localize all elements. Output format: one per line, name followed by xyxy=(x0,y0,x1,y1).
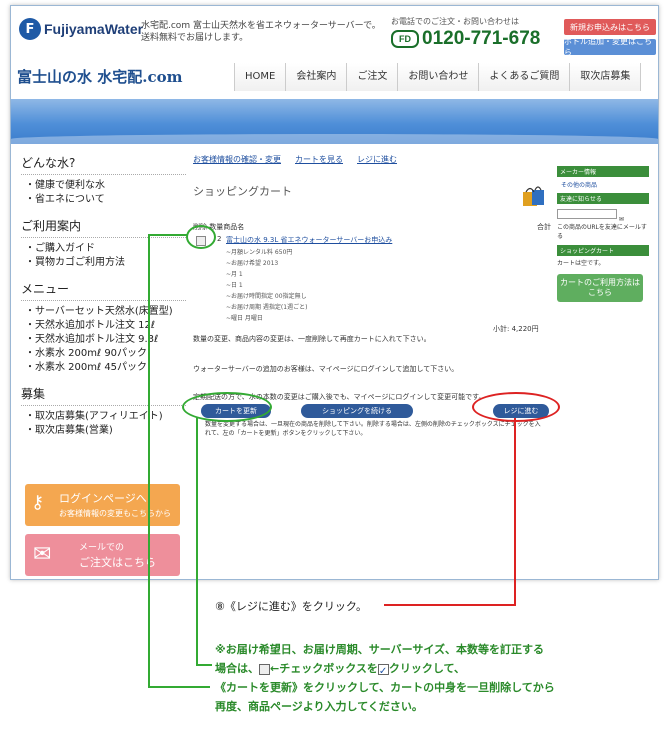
logo-text: FujiyamaWater xyxy=(44,21,144,37)
item-quantity: 2 xyxy=(217,235,222,243)
sidebar-heading: メニュー xyxy=(21,280,186,301)
left-sidebar: どんな水? 健康で便利な水 省エネについて ご利用案内 ご購入ガイド 買物カゴご… xyxy=(21,154,186,448)
key-icon: ⚷ xyxy=(31,492,45,513)
cart-main: お客様情報の確認・変更 カートを見る レジに進む ショッピングカート 削除 数量… xyxy=(193,154,551,437)
step-instruction: ⑧《レジに進む》をクリック。 xyxy=(215,600,367,613)
brand-title[interactable]: 富士山の水 水宅配.com xyxy=(17,66,182,87)
browser-frame: F FujiyamaWater 水宅配.com 富士山天然水を省エネウォーターサ… xyxy=(10,5,659,580)
sidebar-item[interactable]: 水素水 200mℓ 45パック xyxy=(25,361,186,375)
login-subtitle: お客様情報の変更もこちらから xyxy=(59,509,171,518)
detail-line: ~お届け時間指定 00指定無し xyxy=(226,293,307,300)
connector-line xyxy=(196,418,198,664)
connector-line xyxy=(196,664,212,666)
warning-line-3: 《カートを更新》をクリックして、カートの中身を一旦削除してから xyxy=(215,681,555,694)
detail-line: ~曜日 月曜日 xyxy=(226,315,263,322)
connector-line xyxy=(148,234,150,686)
envelope-icon: ✉ xyxy=(33,542,52,567)
cart-title: ショッピングカート xyxy=(193,185,292,198)
cart-table-header: 削除 数量商品名 合計 xyxy=(193,222,551,232)
sidebar-item[interactable]: 天然水追加ボトル注文 12ℓ xyxy=(25,319,186,333)
view-cart-link[interactable]: カートを見る xyxy=(295,154,343,165)
nav-agency[interactable]: 取次店募集 xyxy=(569,63,642,91)
checked-box-icon xyxy=(377,662,389,681)
fuji-logo-icon: F xyxy=(19,18,41,40)
connector-line xyxy=(148,686,210,688)
sidebar-item[interactable]: 取次店募集(アフィリエイト) xyxy=(25,410,186,424)
tel-note: お電話でのご注文・お問い合わせは xyxy=(391,17,519,26)
mail-title: メールでの xyxy=(79,543,125,553)
phone-number-text: 0120-771-678 xyxy=(422,28,541,49)
login-page-button[interactable]: ⚷ ログインページへ お客様情報の変更もこちらから xyxy=(25,484,180,526)
nav-company[interactable]: 会社案内 xyxy=(285,63,347,91)
maker-info-heading: メーカー情報 xyxy=(557,166,649,177)
note-change: 数量の変更、商品内容の変更は、一度削除して再度カートに入れて下さい。 xyxy=(193,335,431,343)
unchecked-box-icon xyxy=(259,663,270,675)
sidebar-item[interactable]: 省エネについて xyxy=(25,193,186,207)
note-delete: 数量を変更する場合は、一旦現在の商品を削除して下さい。削除する場合は、左側の削除… xyxy=(205,421,541,437)
warning-line-2: 場合は、←チェックボックスをクリックして、 xyxy=(215,659,655,681)
connector-line xyxy=(148,234,188,236)
item-details: ~月額レンタル料 650円 ~お届け希望 2013 ~月 1 ~日 1 ~お届け… xyxy=(226,247,307,324)
tagline: 水宅配.com 富士山天然水を省エネウォーターサーバーで。送料無料でお届けします… xyxy=(141,21,381,43)
sidebar-item[interactable]: 健康で便利な水 xyxy=(25,179,186,193)
sidebar-heading: どんな水? xyxy=(21,154,186,175)
detail-line: ~お届け周期 週指定(1週ごと) xyxy=(226,304,308,311)
cart-howto-button[interactable]: カートのご利用方法はこちら xyxy=(557,274,643,302)
other-products-link[interactable]: その他の商品 xyxy=(557,180,649,189)
sidebar-item[interactable]: サーバーセット天然水(床置型) xyxy=(25,305,186,319)
sidebar-item[interactable]: 天然水追加ボトル注文 9.3ℓ xyxy=(25,333,186,347)
subtotal: 小計: 4,220円 xyxy=(493,325,539,333)
mail-subtitle: ご注文はこちら xyxy=(79,556,156,569)
warning-line-4: 再度、商品ページより入力してください。 xyxy=(215,700,423,713)
note-server: ウォーターサーバーの追加のお客様は、マイページにログインして追加して下さい。 xyxy=(193,365,459,373)
product-name-link[interactable]: 富士山の水 9.3L 省エネウォーターサーバーお申込み xyxy=(226,235,392,245)
header-banner xyxy=(11,99,658,144)
connector-line xyxy=(384,604,516,606)
new-application-button[interactable]: 新規お申込みはこちら xyxy=(564,19,656,35)
mail-order-button[interactable]: ✉ メールでの ご注文はこちら xyxy=(25,534,180,576)
nav-faq[interactable]: よくあるご質問 xyxy=(478,63,570,91)
shopping-cart-heading: ショッピングカート xyxy=(557,245,649,256)
nav-order[interactable]: ご注文 xyxy=(346,63,398,91)
detail-line: ~日 1 xyxy=(226,282,243,289)
site-logo[interactable]: F FujiyamaWater xyxy=(19,18,143,40)
shopping-bag-icon xyxy=(523,186,544,206)
bottle-change-button[interactable]: ボトル追加・変更はこちら xyxy=(564,37,656,57)
mail-icon[interactable]: ✉ xyxy=(619,216,624,223)
freedial-icon: FD xyxy=(391,30,419,48)
warning-line-1: ※お届け希望日、お届け周期、サーバーサイズ、本数等を訂正する xyxy=(215,643,545,656)
th-total: 合計 xyxy=(537,223,551,231)
checkout-link[interactable]: レジに進む xyxy=(357,154,397,165)
right-sidebar: メーカー情報 その他の商品 友達に知らせる ✉ この商品のURLを友達にメールす… xyxy=(557,166,649,302)
sidebar-item[interactable]: 取次店募集(営業) xyxy=(25,424,186,438)
continue-shopping-button[interactable]: ショッピングを続ける xyxy=(301,404,413,418)
login-title: ログインページへ xyxy=(59,492,147,505)
highlight-checkbox-ring xyxy=(186,225,216,249)
cart-top-links: お客様情報の確認・変更 カートを見る レジに進む xyxy=(193,154,551,165)
sidebar-item[interactable]: ご購入ガイド xyxy=(25,242,186,256)
detail-line: ~お届け希望 2013 xyxy=(226,260,279,267)
cart-empty-text: カートは空です。 xyxy=(557,260,605,267)
nav-home[interactable]: HOME xyxy=(234,63,286,91)
phone-number: FD 0120-771-678 xyxy=(391,28,540,50)
main-nav: HOME 会社案内 ご注文 お問い合わせ よくあるご質問 取次店募集 xyxy=(234,63,642,91)
sidebar-item[interactable]: 水素水 200mℓ 90パック xyxy=(25,347,186,361)
warning-instruction: ※お届け希望日、お届け周期、サーバーサイズ、本数等を訂正する 場合は、 ←チェック… xyxy=(215,640,655,716)
highlight-checkout-ring xyxy=(472,392,560,422)
connector-line xyxy=(514,418,516,604)
detail-line: ~月 1 xyxy=(226,271,243,278)
friend-text: この商品のURLを友達にメールする xyxy=(557,224,647,240)
customer-info-link[interactable]: お客様情報の確認・変更 xyxy=(193,154,281,165)
nav-contact[interactable]: お問い合わせ xyxy=(397,63,479,91)
detail-line: ~月額レンタル料 650円 xyxy=(226,249,293,256)
sidebar-heading: 募集 xyxy=(21,385,186,406)
sidebar-item[interactable]: 買物カゴご利用方法 xyxy=(25,256,186,270)
friend-email-input[interactable] xyxy=(557,209,617,219)
tell-friend-heading: 友達に知らせる xyxy=(557,193,649,204)
